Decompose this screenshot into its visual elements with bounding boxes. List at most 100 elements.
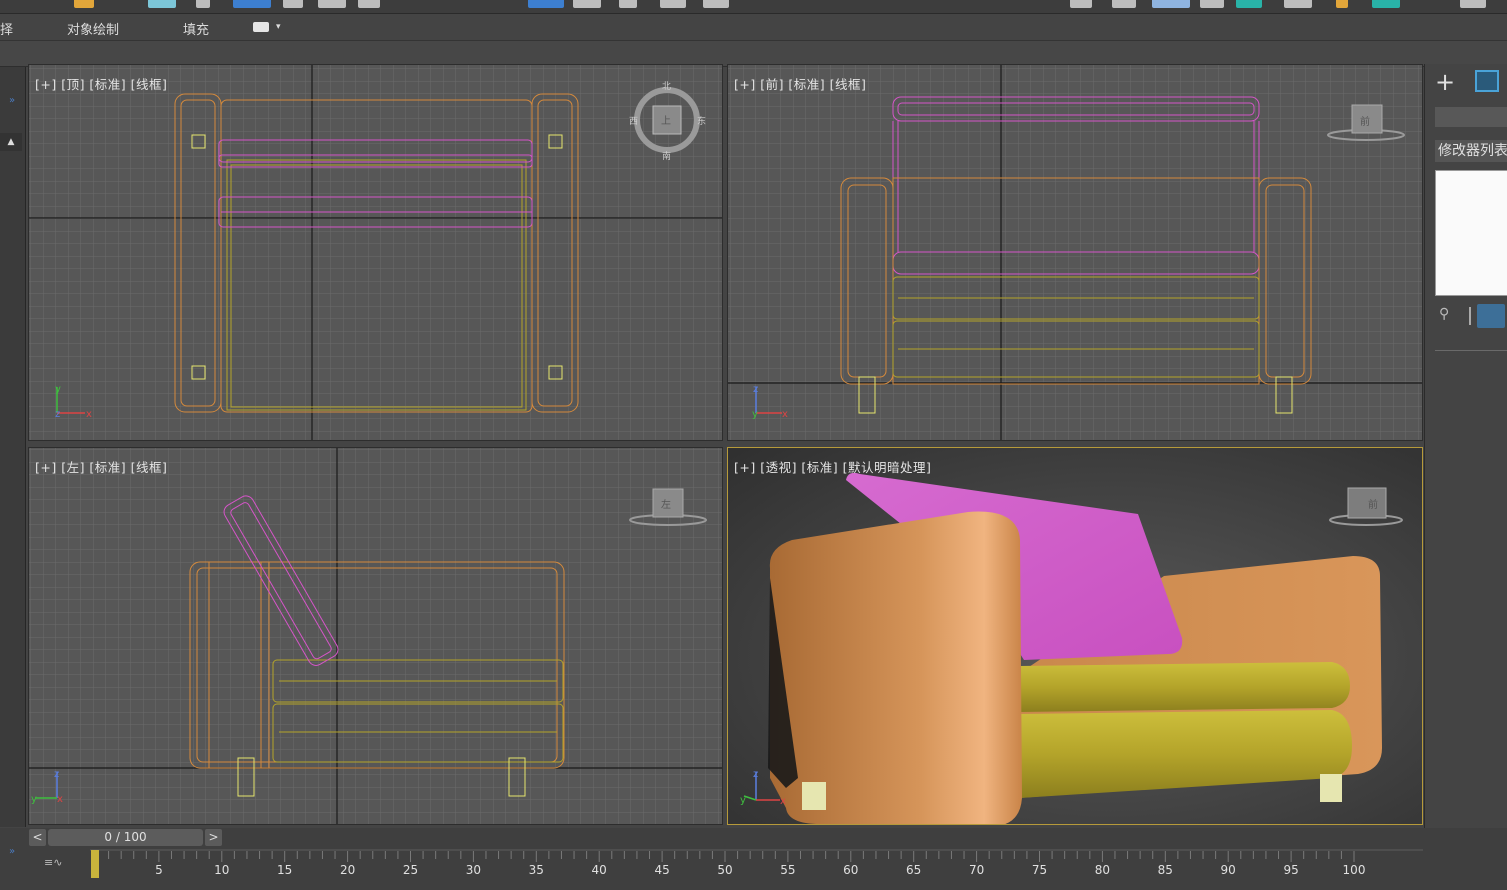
align-icon[interactable]	[573, 0, 601, 8]
modify-icon[interactable]	[1475, 70, 1499, 92]
svg-text:y: y	[31, 794, 37, 805]
ruler-tick-label: 60	[843, 863, 859, 877]
viewport-perspective[interactable]: z y x [+] [透视] [标准] [默认明暗处理] 前	[727, 447, 1423, 825]
svg-text:z: z	[55, 409, 60, 420]
svg-text:y: y	[55, 384, 61, 395]
cube-face: 前	[1368, 500, 1378, 511]
curve-editor-icon[interactable]: ≡∿	[44, 856, 62, 869]
quick-render-icon[interactable]	[1284, 0, 1312, 8]
mirror-icon[interactable]	[528, 0, 564, 8]
bar-icon[interactable]	[148, 0, 176, 8]
viewport-perspective-label[interactable]: [+] [透视] [标准] [默认明暗处理]	[734, 457, 931, 476]
percent-snap-icon[interactable]	[703, 0, 729, 8]
ruler-tick-label: 35	[528, 863, 544, 877]
viewport-top-canvas: y x z	[29, 65, 722, 440]
render-icon[interactable]	[1236, 0, 1262, 8]
ribbon-bar: 择 对象绘制 填充 ▾	[0, 14, 1507, 41]
modifier-list-dropdown[interactable]: 修改器列表	[1435, 140, 1507, 162]
viewport-icon[interactable]	[1460, 0, 1486, 8]
viewport-perspective-canvas: z y x	[728, 448, 1422, 824]
svg-text:x: x	[86, 409, 92, 420]
ruler-tick-label: 70	[968, 863, 985, 877]
time-ruler[interactable]: 0510152025303540455055606570758085909510…	[90, 849, 1423, 879]
ruler-tick-label: 75	[1031, 863, 1048, 877]
cube-west: 西	[629, 117, 639, 127]
cube-east: 东	[697, 117, 707, 127]
ribbon-options-icon[interactable]	[253, 22, 269, 32]
cube-face: 前	[1360, 117, 1370, 128]
left-scene-explorer-strip: » ▲	[0, 67, 26, 827]
render-setup-icon[interactable]	[1070, 0, 1092, 8]
svg-text:x: x	[782, 409, 788, 420]
plus-icon[interactable]: +	[1435, 68, 1455, 96]
ruler-tick-label: 40	[591, 863, 607, 877]
viewport-left-label[interactable]: [+] [左] [标准] [线框]	[35, 457, 167, 476]
svg-text:x: x	[57, 794, 63, 805]
grid-icon[interactable]	[196, 0, 210, 8]
viewport-top-label[interactable]: [+] [顶] [标准] [线框]	[35, 74, 167, 93]
svg-text:z: z	[54, 769, 59, 780]
time-cursor[interactable]	[91, 850, 99, 878]
expand-icon[interactable]: »	[9, 846, 15, 857]
ruler-tick-label: 85	[1157, 863, 1173, 877]
expand-icon[interactable]: »	[9, 95, 15, 106]
ruler-tick-label: 15	[277, 863, 293, 877]
modifier-stack[interactable]	[1435, 170, 1507, 296]
show-end-result-icon[interactable]	[1477, 304, 1505, 328]
select-icon[interactable]	[74, 0, 94, 8]
material-editor-icon[interactable]	[1152, 0, 1190, 8]
divider	[1435, 350, 1507, 351]
ribbon-tab-fill[interactable]: 填充	[183, 19, 209, 38]
curve-icon[interactable]	[660, 0, 686, 8]
ruler-tick-label: 65	[906, 863, 922, 877]
viewport-front[interactable]: z y x [+] [前] [标准] [线框] 前	[727, 64, 1423, 441]
active-tool-icon[interactable]	[233, 0, 271, 8]
svg-text:x: x	[780, 796, 786, 807]
time-slider[interactable]: 0 / 100	[48, 829, 203, 846]
chevron-down-icon[interactable]: ▾	[276, 22, 281, 32]
cube-north: 北	[662, 82, 672, 92]
render-frame-icon[interactable]	[1112, 0, 1136, 8]
viewport-top[interactable]: y x z [+] [顶] [标准] [线框] 北 南 东 西 上	[28, 64, 723, 441]
pin-icon[interactable]: ⚲	[1439, 306, 1455, 322]
svg-text:z: z	[753, 384, 758, 395]
ruler-tick-label: 25	[402, 863, 419, 877]
layer-icon[interactable]	[619, 0, 637, 8]
viewport-front-canvas: z y x	[728, 65, 1422, 440]
ruler-tick-label: 45	[654, 863, 670, 877]
svg-text:z: z	[753, 769, 758, 780]
ruler-tick-label: 10	[214, 863, 230, 877]
ruler-tick-label: 30	[465, 863, 482, 877]
collapse-up-icon[interactable]: ▲	[0, 133, 22, 151]
cube-face: 左	[661, 500, 671, 511]
environment-icon[interactable]	[1372, 0, 1400, 8]
cube-south: 南	[662, 152, 672, 162]
main-toolbar	[0, 0, 1507, 14]
time-next-button[interactable]: >	[205, 829, 222, 846]
rotate-icon[interactable]	[283, 0, 303, 8]
cube-face: 上	[661, 116, 671, 127]
time-prev-button[interactable]: <	[29, 829, 46, 846]
ruler-tick-label: 80	[1094, 863, 1111, 877]
sun-icon[interactable]	[1336, 0, 1348, 8]
viewport-left[interactable]: z y x [+] [左] [标准] [线框] 左	[28, 447, 723, 825]
svg-text:y: y	[740, 795, 746, 806]
command-panel: + 修改器列表 ⚲	[1424, 64, 1507, 828]
object-name-field[interactable]	[1435, 107, 1507, 127]
ruler-tick-label: 55	[780, 863, 796, 877]
ruler-tick-label: 5	[155, 863, 163, 877]
scale-icon[interactable]	[318, 0, 346, 8]
divider	[1469, 307, 1471, 325]
svg-text:y: y	[752, 409, 758, 420]
ruler-tick-label: 50	[717, 863, 733, 877]
ruler-tick-label: 100	[1342, 863, 1366, 877]
time-ruler-ticks	[90, 849, 1423, 862]
viewport-front-label[interactable]: [+] [前] [标准] [线框]	[734, 74, 866, 93]
schematic-icon[interactable]	[1200, 0, 1224, 8]
ruler-tick-label: 20	[339, 863, 356, 877]
ribbon-tab-object-paint[interactable]: 对象绘制	[67, 19, 119, 38]
viewport-left-canvas: z y x	[29, 448, 722, 824]
ruler-tick-label: 90	[1220, 863, 1236, 877]
snap-icon[interactable]	[358, 0, 380, 8]
ribbon-tab-select[interactable]: 择	[0, 19, 13, 38]
